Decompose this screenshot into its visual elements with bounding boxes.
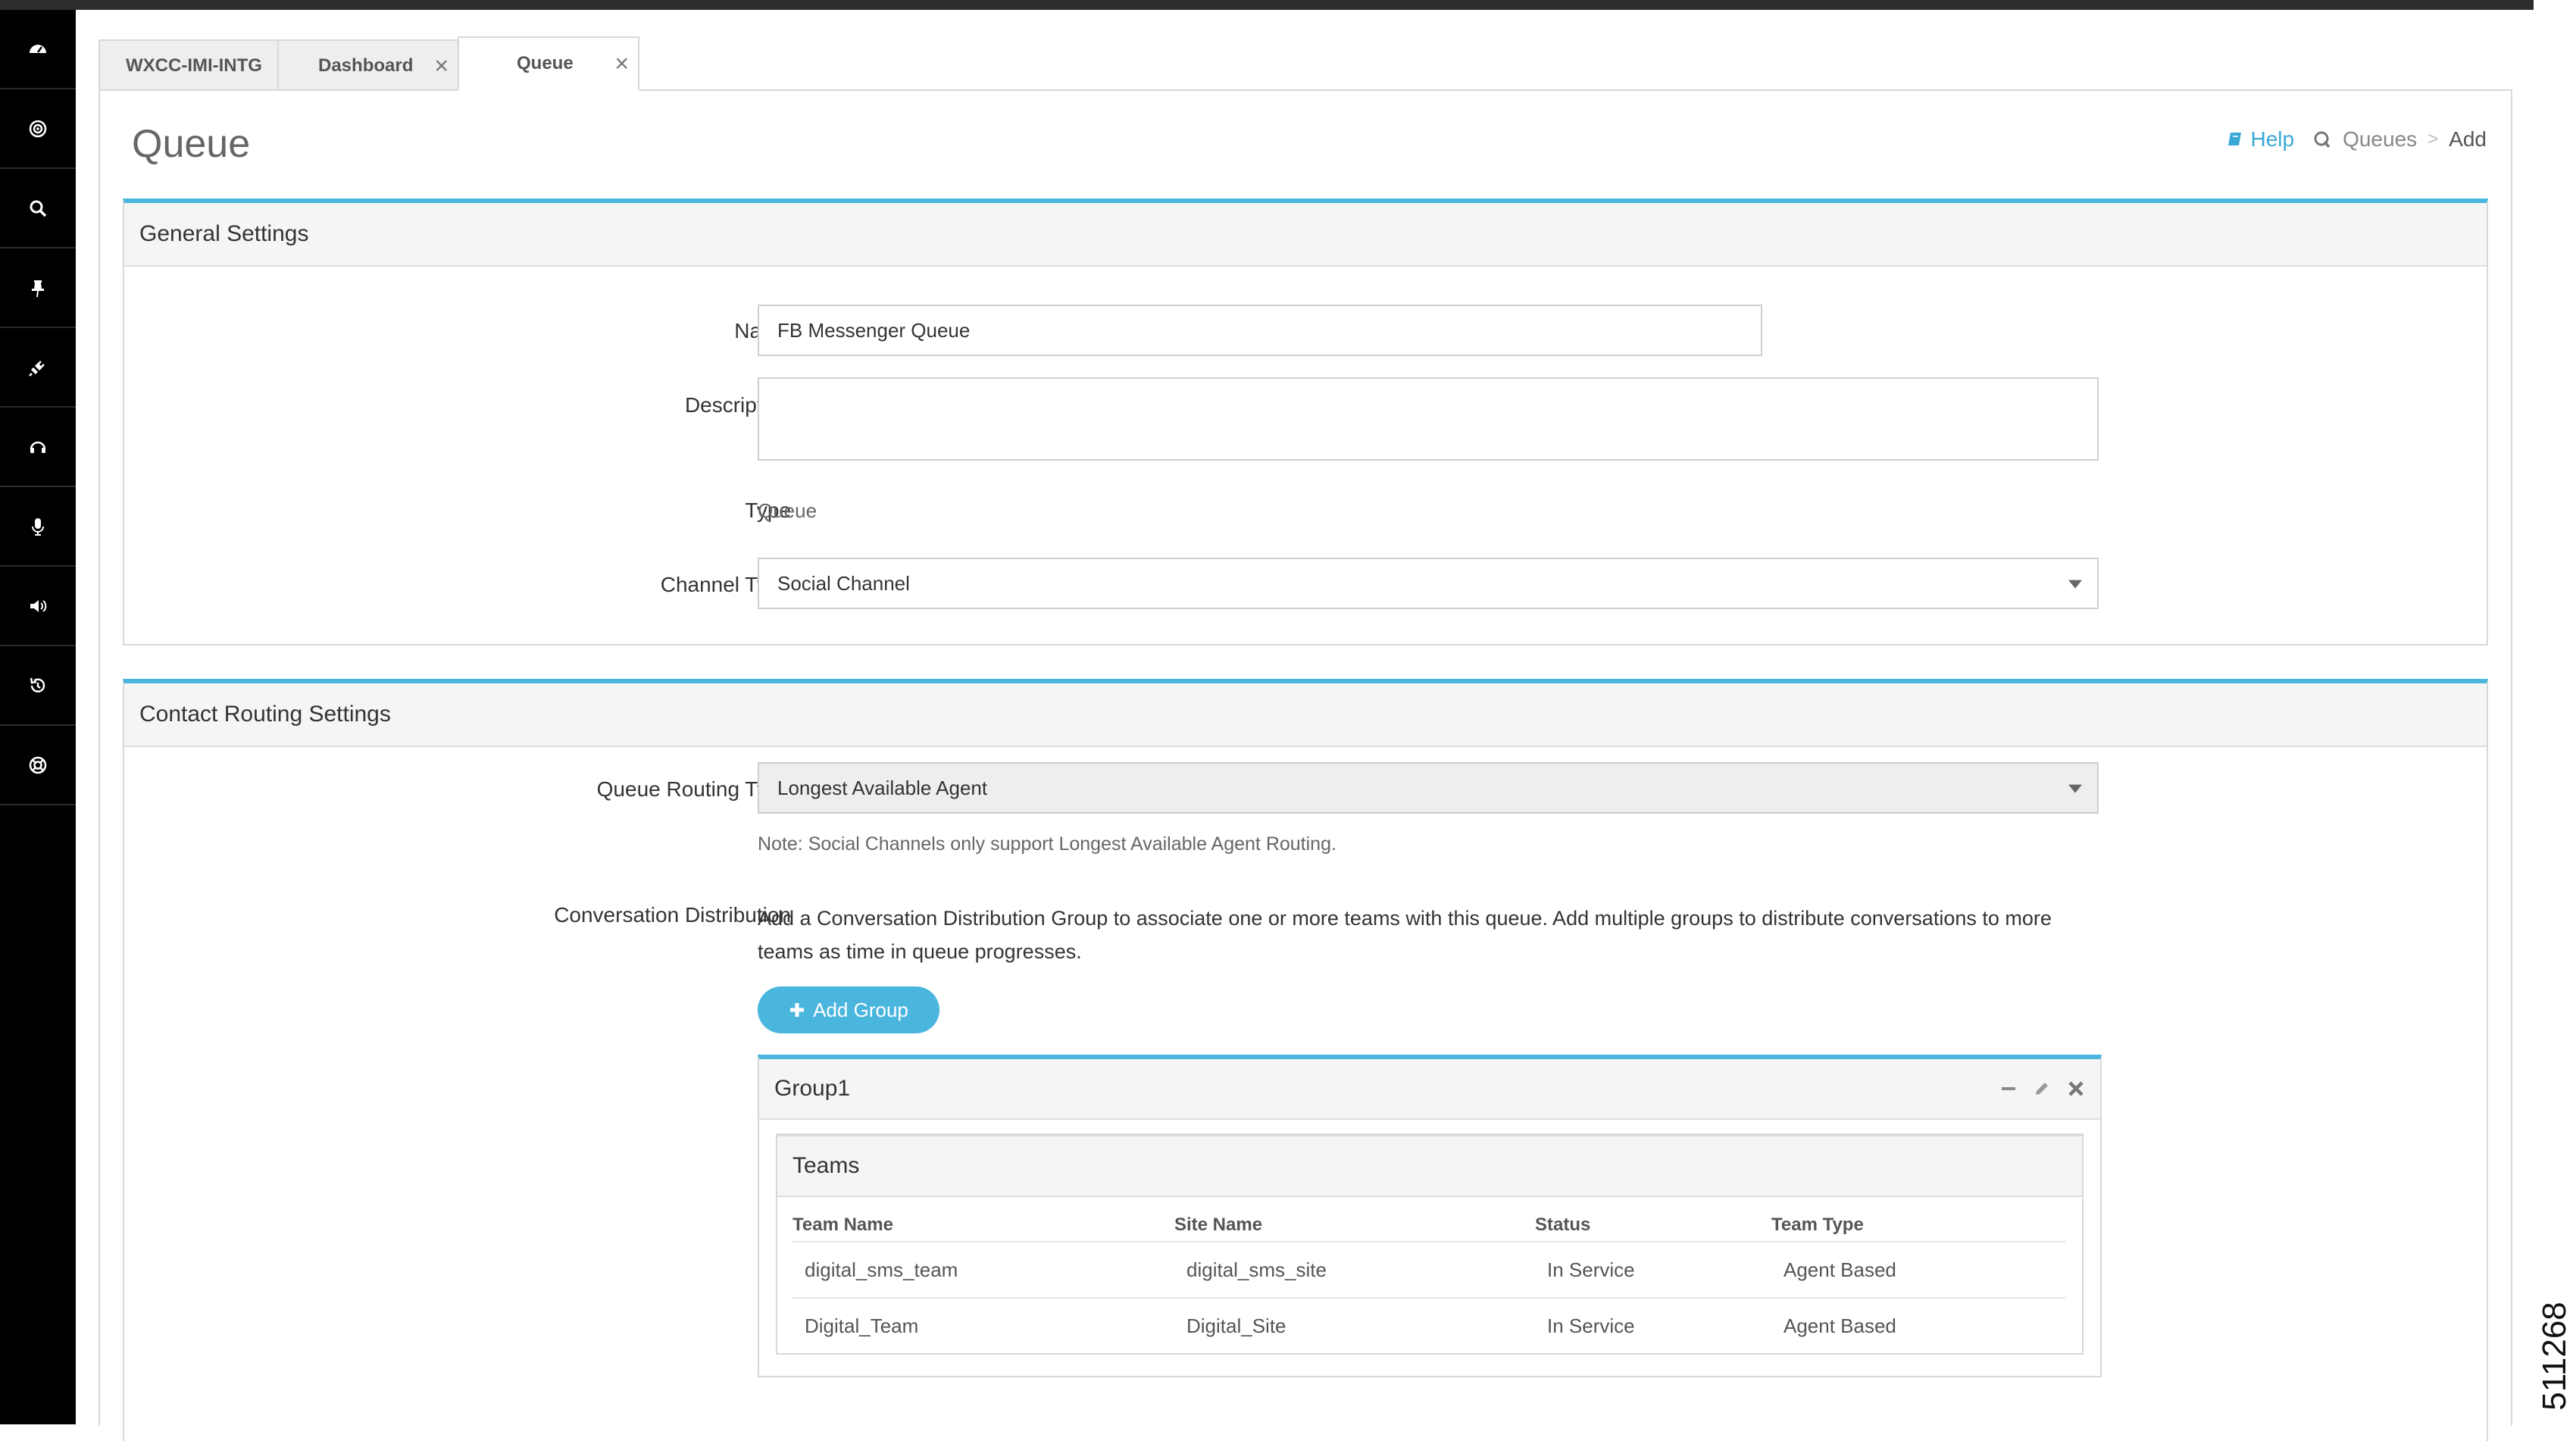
plug-icon	[29, 360, 45, 377]
tab-label: Dashboard	[318, 55, 414, 76]
queue-routing-type-value: Longest Available Agent	[777, 776, 988, 799]
sidebar-item-pin[interactable]	[0, 249, 76, 328]
channel-type-value: Social Channel	[777, 571, 910, 595]
routing-note: Note: Social Channels only support Longe…	[758, 833, 1336, 855]
microphone-icon	[32, 517, 44, 536]
status-cell: In Service	[1535, 1297, 1771, 1353]
add-group-label: Add Group	[813, 998, 908, 1021]
type-value: Queue	[758, 499, 818, 522]
tab-wxcc-imi-intg[interactable]: WXCC-IMI-INTG	[98, 39, 279, 91]
group-header: Group1	[759, 1059, 2100, 1120]
target-icon	[29, 120, 47, 137]
description-field[interactable]	[758, 377, 2099, 461]
minus-icon	[2002, 1087, 2015, 1090]
volume-icon	[30, 599, 47, 612]
teams-table: Team Name Site Name Status Team Type dig…	[792, 1209, 2065, 1353]
group-tools	[2000, 1059, 2085, 1118]
edit-button[interactable]	[2034, 1080, 2050, 1097]
conversation-distribution-text: Add a Conversation Distribution Group to…	[758, 902, 2121, 968]
search-icon	[30, 200, 47, 217]
sidebar-item-headset[interactable]	[0, 408, 76, 487]
sidebar-item-microphone[interactable]	[0, 487, 76, 567]
breadcrumb-queues[interactable]: Queues	[2343, 127, 2417, 152]
dashboard-icon	[30, 44, 46, 53]
top-bar	[0, 0, 2534, 10]
pin-icon	[32, 280, 44, 297]
sidebar-item-target[interactable]	[0, 89, 76, 169]
column-header[interactable]: Site Name	[1174, 1209, 1535, 1242]
tab-dashboard[interactable]: Dashboard ×	[277, 39, 459, 91]
column-header[interactable]: Team Type	[1771, 1209, 2065, 1242]
sidebar-item-dashboard[interactable]	[0, 10, 76, 89]
site-name-cell: digital_sms_site	[1174, 1241, 1535, 1298]
headset-icon	[30, 441, 46, 453]
sidebar-item-support[interactable]	[0, 726, 76, 805]
breadcrumb-current: Add	[2449, 127, 2487, 151]
queue-icon	[2314, 131, 2331, 148]
channel-type-select[interactable]: Social Channel	[758, 558, 2099, 609]
group-panel: Group1 Teams Team Name Site Name Status …	[758, 1055, 2102, 1377]
breadcrumb-separator: >	[2428, 129, 2439, 149]
table-header-row: Team Name Site Name Status Team Type	[792, 1209, 2065, 1242]
tab-label: WXCC-IMI-INTG	[126, 55, 262, 76]
team-type-cell: Agent Based	[1771, 1297, 2065, 1353]
group-title: Group1	[774, 1076, 851, 1101]
team-name-cell: Digital_Team	[792, 1297, 1174, 1353]
chevron-down-icon	[2068, 784, 2082, 793]
sidebar-item-history[interactable]	[0, 646, 76, 726]
tab-queue[interactable]: Queue ×	[458, 36, 639, 91]
breadcrumb: Help Queues > Add	[2226, 127, 2487, 152]
conversation-distribution-label: Conversation Distribution	[554, 903, 791, 927]
panel-title: General Settings	[124, 203, 2487, 267]
name-field[interactable]: FB Messenger Queue	[758, 305, 1762, 356]
column-header[interactable]: Status	[1535, 1209, 1771, 1242]
status-cell: In Service	[1535, 1241, 1771, 1298]
support-icon	[29, 756, 47, 774]
tab-bar: WXCC-IMI-INTG Dashboard × Queue ×	[98, 36, 639, 91]
history-icon	[30, 677, 45, 692]
help-label: Help	[2250, 127, 2295, 151]
chevron-down-icon	[2068, 580, 2082, 589]
queue-routing-type-select[interactable]: Longest Available Agent	[758, 762, 2099, 814]
page-content: Queue Help Queues > Add General Settings…	[98, 89, 2512, 1441]
figure-id-text: 511268	[2536, 1302, 2573, 1411]
plus-icon	[790, 1003, 805, 1017]
remove-group-button[interactable]	[2067, 1080, 2085, 1098]
sidebar-item-volume[interactable]	[0, 567, 76, 646]
contact-routing-panel: Contact Routing Settings Queue Routing T…	[123, 679, 2488, 1441]
sidebar-item-plug[interactable]	[0, 328, 76, 408]
distribution-text-line: Add a Conversation Distribution Group to…	[758, 907, 2052, 930]
close-icon[interactable]: ×	[434, 52, 449, 80]
panel-title: Contact Routing Settings	[124, 683, 2487, 747]
page-title: Queue	[132, 122, 251, 166]
help-link[interactable]: Help	[2226, 127, 2294, 152]
general-settings-panel: General Settings Name FB Messenger Queue…	[123, 198, 2488, 645]
column-header[interactable]: Team Name	[792, 1209, 1174, 1242]
add-group-button[interactable]: Add Group	[758, 986, 939, 1033]
teams-panel: Teams Team Name Site Name Status Team Ty…	[776, 1133, 2084, 1355]
collapse-button[interactable]	[2000, 1080, 2017, 1097]
site-name-cell: Digital_Site	[1174, 1297, 1535, 1353]
close-icon[interactable]: ×	[614, 50, 629, 78]
pencil-icon	[2036, 1083, 2048, 1095]
tab-label: Queue	[517, 53, 574, 73]
sidebar	[0, 10, 76, 1424]
table-row[interactable]: digital_sms_team digital_sms_site In Ser…	[792, 1241, 2065, 1298]
table-row[interactable]: Digital_Team Digital_Site In Service Age…	[792, 1297, 2065, 1353]
team-type-cell: Agent Based	[1771, 1241, 2065, 1298]
figure-id: 511268	[2534, 1288, 2576, 1424]
book-icon	[2228, 133, 2242, 145]
close-icon	[2068, 1081, 2084, 1096]
distribution-text-line: teams as time in queue progresses.	[758, 940, 1082, 963]
team-name-cell: digital_sms_team	[792, 1241, 1174, 1298]
teams-title: Teams	[777, 1136, 2082, 1197]
sidebar-item-search[interactable]	[0, 169, 76, 249]
